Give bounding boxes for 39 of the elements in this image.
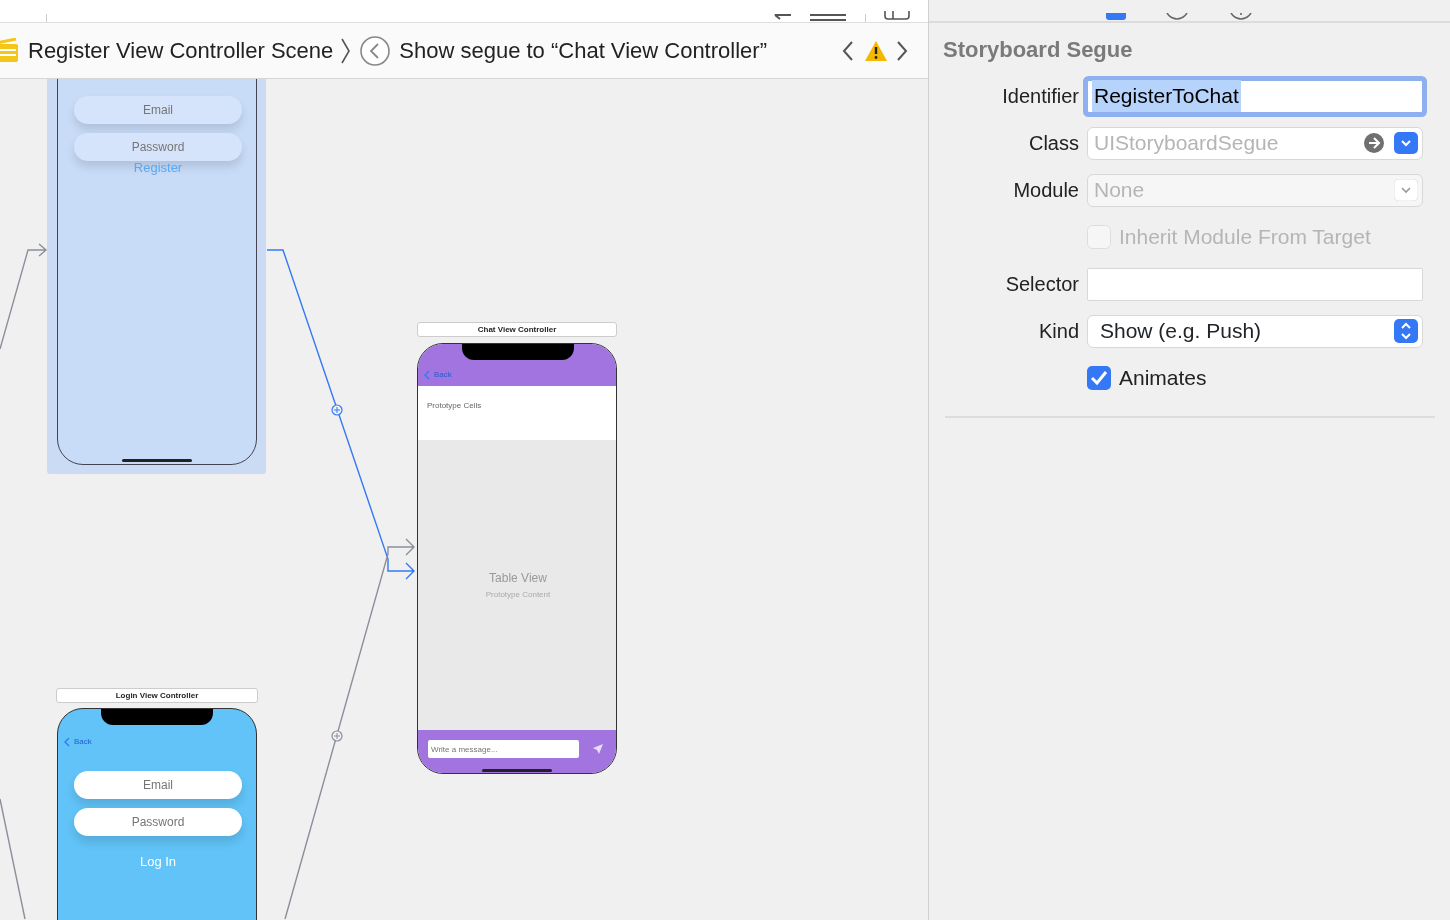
segue-icon — [359, 34, 392, 67]
table-view-label: Table View — [488, 570, 548, 587]
home-indicator — [482, 769, 552, 772]
breadcrumb-item[interactable]: Register View Controller Scene — [28, 34, 334, 67]
stepper-icon — [1394, 319, 1418, 343]
text-field[interactable]: Email — [74, 771, 242, 799]
layout-icon[interactable] — [884, 11, 910, 21]
field-label: Module — [1013, 179, 1079, 201]
field-label: Kind — [1038, 320, 1079, 342]
field-label: Identifier — [1002, 85, 1079, 107]
register-button[interactable]: Register — [58, 158, 256, 178]
chevron-left-icon — [424, 370, 430, 380]
chevron-left-icon — [64, 737, 70, 747]
home-indicator — [122, 459, 192, 462]
popup-button[interactable]: Show (e.g. Push) — [1087, 314, 1423, 348]
text-field[interactable]: Email — [74, 96, 242, 124]
scene-title: Chat View Controller — [417, 322, 617, 337]
combo-box[interactable]: UIStoryboardSegue — [1087, 126, 1423, 160]
section-title: Storyboard Segue — [942, 36, 1134, 64]
file-inspector-icon[interactable] — [1105, 13, 1126, 21]
section-label: Prototype Cells — [427, 400, 482, 412]
breadcrumb-item[interactable]: Show segue to “Chat View Controller” — [399, 34, 767, 67]
text-field[interactable]: Password — [74, 808, 242, 836]
send-icon[interactable] — [592, 743, 604, 755]
scene-title: Login View Controller — [56, 688, 258, 703]
field-label: Selector — [1005, 273, 1079, 295]
text-field[interactable] — [1087, 267, 1423, 301]
login-button[interactable]: Log In — [58, 852, 256, 872]
back-button[interactable]: Back — [424, 369, 452, 381]
text-field[interactable]: Password — [74, 133, 242, 161]
back-button[interactable]: Back — [64, 736, 92, 748]
menu-icon[interactable] — [809, 14, 847, 22]
checkbox-icon[interactable] — [1087, 366, 1111, 390]
message-field[interactable]: Write a message... — [428, 740, 579, 758]
chevron-down-icon — [1394, 179, 1418, 201]
dropdown-icon[interactable] — [1394, 132, 1418, 154]
checkbox-label[interactable]: Animates — [1119, 362, 1207, 394]
field-label: Class — [1029, 132, 1079, 154]
warning-icon[interactable] — [864, 39, 888, 62]
